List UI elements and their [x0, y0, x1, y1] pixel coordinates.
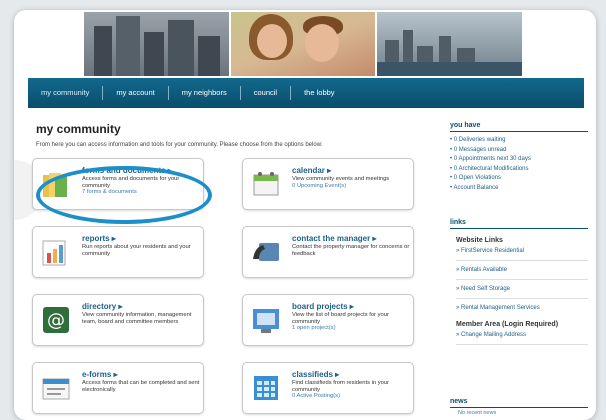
divider	[456, 344, 588, 345]
card-description: View community events and meetings 0 Upc…	[292, 176, 410, 189]
calendar-icon	[253, 172, 279, 196]
card-contact-the-manager[interactable]: contact the manager ▸ Contact the proper…	[242, 226, 414, 278]
nav-my-community[interactable]: my community	[28, 86, 104, 100]
browser-frame: my community my account my neighbors cou…	[14, 10, 596, 420]
card-title: classifieds ▸	[292, 370, 340, 379]
nav-the-lobby[interactable]: the lobby	[291, 86, 347, 100]
card-description: Contact the property manager for concern…	[292, 244, 410, 257]
divider	[456, 260, 588, 261]
website-link[interactable]: » Rentals Available	[456, 267, 588, 273]
project-board-icon	[253, 309, 279, 333]
website-link[interactable]: » Rental Management Services	[456, 305, 588, 311]
news-section: news No recent news	[450, 398, 588, 416]
card-calendar[interactable]: calendar ▸ View community events and mee…	[242, 158, 414, 210]
page-description: From here you can access information and…	[36, 142, 323, 148]
news-empty-text: No recent news	[458, 410, 497, 416]
card-description: Find classifieds from residents in your …	[292, 380, 410, 400]
card-classifieds[interactable]: classifieds ▸ Find classifieds from resi…	[242, 362, 414, 414]
you-have-list: • 0 Deliveries waiting • 0 Messages unre…	[450, 136, 588, 193]
events-count-link[interactable]: 0 Upcoming Event(s)	[292, 183, 410, 190]
nav-council[interactable]: council	[241, 86, 292, 100]
divider	[456, 298, 588, 299]
card-title: calendar ▸	[292, 166, 332, 175]
card-title: contact the manager ▸	[292, 234, 377, 243]
card-description: View the list of board projects for your…	[292, 312, 410, 332]
member-area-heading: Member Area (Login Required)	[456, 321, 559, 328]
links-heading: links	[450, 219, 588, 229]
banner-photo-family	[230, 12, 376, 76]
nav-my-account[interactable]: my account	[103, 86, 169, 100]
card-title: reports ▸	[82, 234, 116, 243]
card-directory[interactable]: @ directory ▸ View community information…	[32, 294, 204, 346]
projects-count-link[interactable]: 1 open project(s)	[292, 325, 410, 332]
news-heading: news	[450, 398, 588, 408]
website-link[interactable]: » FirstService Residential	[456, 248, 588, 254]
you-have-item[interactable]: • Account Balance	[450, 184, 588, 194]
header-banner	[84, 12, 523, 76]
you-have-item[interactable]: • 0 Architectural Modifications	[450, 165, 588, 175]
main-nav: my community my account my neighbors cou…	[28, 78, 584, 108]
eform-icon	[42, 378, 70, 400]
card-title: e-forms ▸	[82, 370, 118, 379]
nav-my-neighbors[interactable]: my neighbors	[169, 86, 241, 100]
banner-photo-buildings	[84, 12, 229, 76]
sidebar: you have • 0 Deliveries waiting • 0 Mess…	[450, 122, 588, 351]
card-description: Access forms that can be completed and s…	[82, 380, 200, 393]
telephone-icon	[253, 243, 279, 261]
you-have-item[interactable]: • 0 Open Violations	[450, 174, 588, 184]
classifieds-icon	[254, 376, 278, 400]
website-link[interactable]: » Need Self Storage	[456, 286, 588, 292]
card-description: View community information, management t…	[82, 312, 192, 325]
card-e-forms[interactable]: e-forms ▸ Access forms that can be compl…	[32, 362, 204, 414]
card-title: directory ▸	[82, 302, 123, 311]
card-board-projects[interactable]: board projects ▸ View the list of board …	[242, 294, 414, 346]
website-links-heading: Website Links	[456, 237, 503, 244]
highlight-circle	[36, 166, 212, 224]
page-title: my community	[36, 122, 121, 136]
you-have-heading: you have	[450, 122, 588, 132]
card-title: board projects ▸	[292, 302, 354, 311]
main-content: my community From here you can access in…	[36, 122, 432, 148]
postings-count-link[interactable]: 0 Active Posting(s)	[292, 393, 410, 400]
svg-text:@: @	[47, 310, 65, 331]
divider	[456, 279, 588, 280]
banner-photo-waterfront	[377, 12, 523, 76]
you-have-item[interactable]: • 0 Deliveries waiting	[450, 136, 588, 146]
at-sign-icon: @	[43, 307, 69, 333]
member-link[interactable]: » Change Mailing Address	[456, 332, 588, 338]
report-chart-icon	[42, 240, 66, 266]
you-have-item[interactable]: • 0 Messages unread	[450, 146, 588, 156]
card-reports[interactable]: reports ▸ Run reports about your residen…	[32, 226, 204, 278]
card-description: Run reports about your residents and you…	[82, 244, 191, 257]
you-have-item[interactable]: • 0 Appointments next 30 days	[450, 155, 588, 165]
